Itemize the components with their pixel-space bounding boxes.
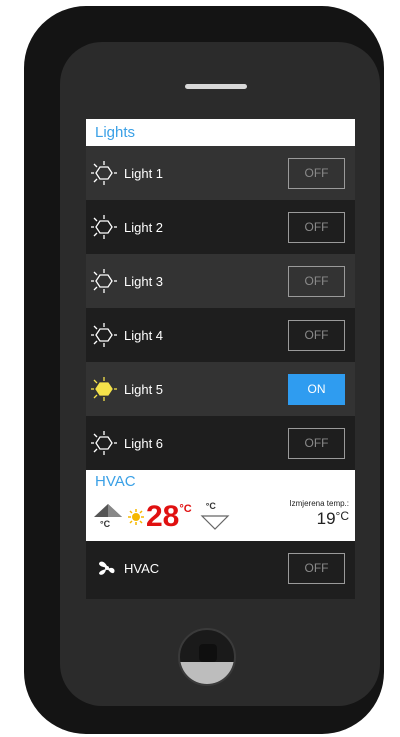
light-row-5: Light 5 ON [86, 362, 355, 416]
measured-temp-value: 19 [316, 509, 336, 528]
light-row-6: Light 6 OFF [86, 416, 355, 470]
light-row-1: Light 1 OFF [86, 146, 355, 200]
bulb-off-icon [91, 323, 117, 347]
arrow-down-icon [200, 515, 230, 530]
light-label: Light 5 [124, 381, 164, 397]
light-2-toggle-button[interactable]: OFF [288, 211, 345, 243]
light-5-toggle-button[interactable]: ON [288, 373, 345, 405]
light-row-3: Light 3 OFF [86, 254, 355, 308]
measured-temperature: Izmjerena temp.: 19°C [289, 499, 349, 529]
setpoint-value: 28 [146, 500, 180, 533]
phone-speaker [185, 84, 247, 89]
hvac-toggle-button[interactable]: OFF [288, 552, 345, 584]
bulb-off-icon [91, 161, 117, 185]
hvac-device-label: HVAC [124, 560, 160, 576]
measured-temp-unit: °C [335, 509, 349, 523]
hvac-controls: °C 28°C °C Izmjerena temp.: 19°C [86, 493, 355, 541]
fan-icon [99, 561, 115, 575]
setpoint-temperature: 28°C [146, 502, 192, 532]
light-label: Light 3 [124, 273, 164, 289]
app-screen: Lights Light 1 OFF Light 2 OFF Light 3 O… [86, 119, 355, 599]
light-row-2: Light 2 OFF [86, 200, 355, 254]
bulb-off-icon [91, 215, 117, 239]
hvac-row: HVAC OFF [86, 541, 355, 595]
bulb-on-icon [91, 377, 117, 401]
light-4-toggle-button[interactable]: OFF [288, 319, 345, 351]
lights-section-header: Lights [86, 119, 355, 146]
bulb-off-icon [91, 431, 117, 455]
temp-up-button[interactable]: °C [92, 501, 124, 533]
up-unit-label: °C [100, 519, 111, 529]
arrow-up-icon [94, 504, 122, 517]
light-3-toggle-button[interactable]: OFF [288, 265, 345, 297]
bulb-off-icon [91, 269, 117, 293]
light-row-4: Light 4 OFF [86, 308, 355, 362]
light-1-toggle-button[interactable]: OFF [288, 157, 345, 189]
temp-down-button[interactable]: °C [200, 501, 230, 533]
light-label: Light 1 [124, 165, 164, 181]
home-button[interactable] [178, 628, 236, 686]
down-unit-label: °C [205, 501, 216, 511]
light-label: Light 6 [124, 435, 164, 451]
light-label: Light 2 [124, 219, 164, 235]
sun-icon [128, 509, 144, 525]
light-label: Light 4 [124, 327, 164, 343]
hvac-section-header: HVAC [86, 470, 355, 493]
light-6-toggle-button[interactable]: OFF [288, 427, 345, 459]
setpoint-unit: °C [179, 503, 192, 515]
measured-temp-label: Izmjerena temp.: [289, 499, 349, 508]
